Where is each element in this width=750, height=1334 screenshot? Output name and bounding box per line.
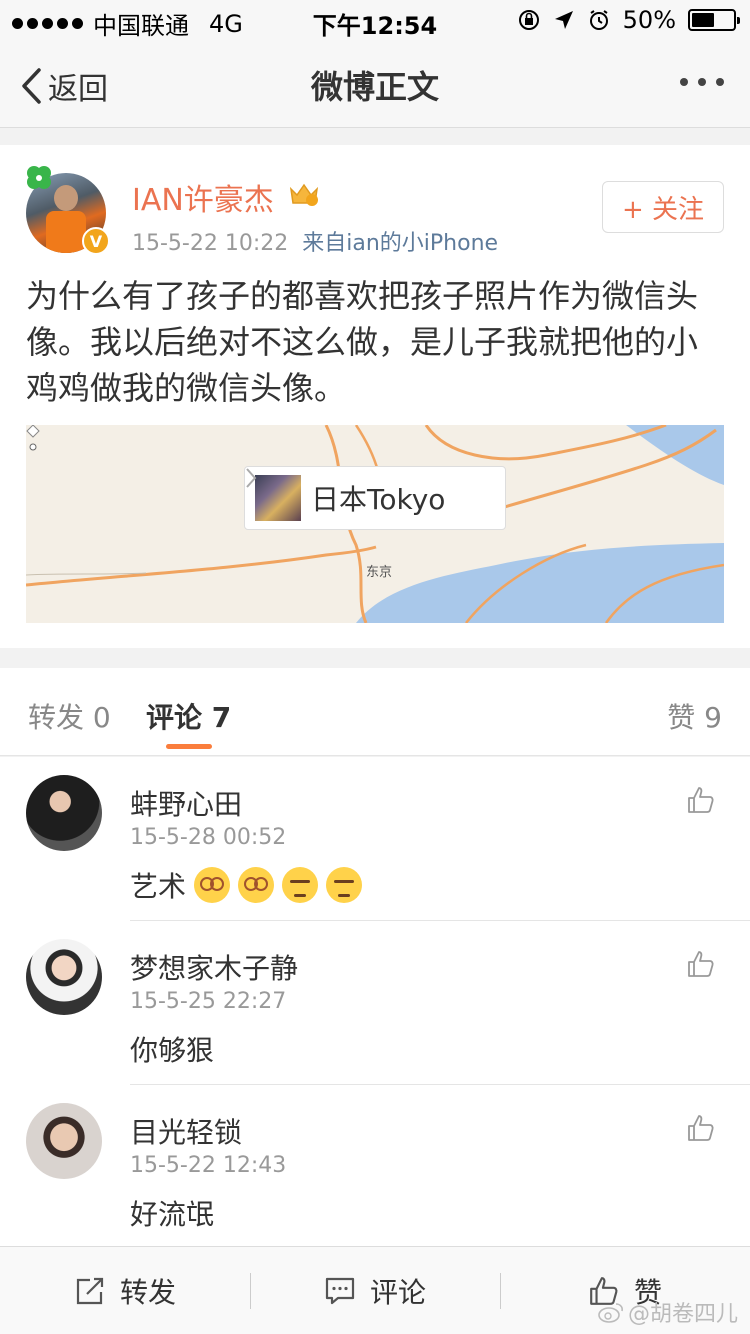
battery-percent: 50% — [622, 6, 676, 34]
comment-text: 艺术 — [130, 865, 363, 905]
comment-icon — [325, 1277, 355, 1305]
active-tab-indicator — [166, 744, 212, 749]
thinking-emoji-icon — [326, 867, 363, 903]
comment-item: 目光轻锁 15-5-22 12:43 好流氓 — [0, 1085, 750, 1249]
follow-button[interactable]: + 关注 — [602, 181, 724, 233]
location-map[interactable]: 日本Tokyo 东京 — [26, 425, 724, 623]
comment-time: 15-5-25 22:27 — [130, 989, 287, 1014]
battery-icon — [688, 9, 740, 31]
location-arrow-icon — [554, 11, 573, 29]
comment-item: 蚌野心田 15-5-28 00:52 艺术 — [0, 757, 750, 921]
thumbs-up-icon[interactable] — [686, 785, 716, 815]
comment-avatar[interactable] — [26, 775, 102, 851]
rotation-lock-icon — [518, 10, 539, 30]
map-pin-icon — [26, 425, 40, 451]
comment-item: 梦想家木子静 15-5-25 22:27 你够狠 — [0, 921, 750, 1085]
page-title: 微博正文 — [310, 68, 439, 106]
comment-button[interactable]: 评论 — [250, 1247, 500, 1334]
post-text: 为什么有了孩子的都喜欢把孩子照片作为微信头像。我以后绝对不这么做，是儿子我就把他… — [26, 277, 699, 407]
comment-list: 蚌野心田 15-5-28 00:52 艺术 梦想家木子静 15-5-25 22:… — [0, 757, 750, 1247]
chevron-right-icon — [246, 468, 257, 488]
location-thumbnail — [255, 475, 301, 521]
comment-time: 15-5-22 12:43 — [130, 1153, 287, 1178]
post-source[interactable]: 来自ian的小iPhone — [302, 231, 498, 256]
interaction-tabs: 转发 0 评论 7 赞 9 — [0, 668, 750, 756]
comment-text-body: 好流氓 — [130, 1198, 215, 1231]
comment-label: 评论 — [369, 1276, 426, 1309]
weibo-logo-icon — [598, 1303, 623, 1323]
watermark-text: @胡卷四儿 — [627, 1302, 738, 1327]
tab-like[interactable]: 赞 9 — [667, 696, 722, 736]
comment-text: 好流氓 — [130, 1193, 214, 1233]
status-right: 50% — [517, 6, 740, 34]
nav-bar: 返回 微博正文 — [0, 40, 750, 128]
tab-repost[interactable]: 转发 0 — [28, 696, 111, 736]
dizzy-emoji-icon — [194, 867, 231, 903]
repost-button[interactable]: 转发 — [0, 1247, 250, 1334]
post-card: V IAN许豪杰 15-5-22 10:22 来自ian的小iPhone + 关注… — [0, 145, 750, 648]
repost-label: 转发 — [119, 1276, 176, 1309]
map-city-label: 东京 — [366, 565, 393, 580]
verified-badge-icon: V — [82, 227, 110, 255]
tab-comment[interactable]: 评论 7 — [146, 696, 231, 736]
post-avatar[interactable]: V — [26, 166, 110, 255]
post-username[interactable]: IAN许豪杰 — [132, 175, 274, 219]
location-name: 日本Tokyo — [311, 483, 446, 516]
comment-avatar[interactable] — [26, 939, 102, 1015]
comment-username[interactable]: 目光轻锁 — [130, 1111, 242, 1151]
comment-text-body: 艺术 — [130, 870, 187, 903]
vip-crown-icon — [289, 183, 319, 206]
thumbs-up-icon[interactable] — [686, 949, 716, 979]
thumbs-up-icon[interactable] — [686, 1113, 716, 1143]
comment-text: 你够狠 — [130, 1029, 214, 1069]
post-meta: 15-5-22 10:22 来自ian的小iPhone — [132, 225, 498, 257]
more-button[interactable] — [680, 78, 724, 86]
thinking-emoji-icon — [282, 867, 319, 903]
repost-icon — [76, 1277, 104, 1305]
post-time: 15-5-22 10:22 — [132, 231, 289, 256]
comment-text-body: 你够狠 — [130, 1034, 215, 1067]
location-card[interactable]: 日本Tokyo — [244, 466, 506, 530]
status-bar: 中国联通 4G 下午12:54 50% — [0, 0, 750, 40]
comment-username[interactable]: 蚌野心田 — [130, 783, 242, 823]
dizzy-emoji-icon — [238, 867, 275, 903]
comment-time: 15-5-28 00:52 — [130, 825, 287, 850]
watermark: @胡卷四儿 — [598, 1296, 738, 1328]
comment-avatar[interactable] — [26, 1103, 102, 1179]
clover-icon — [27, 166, 51, 189]
comment-username[interactable]: 梦想家木子静 — [130, 947, 298, 987]
battery-fill — [692, 13, 714, 27]
alarm-icon — [589, 10, 608, 30]
